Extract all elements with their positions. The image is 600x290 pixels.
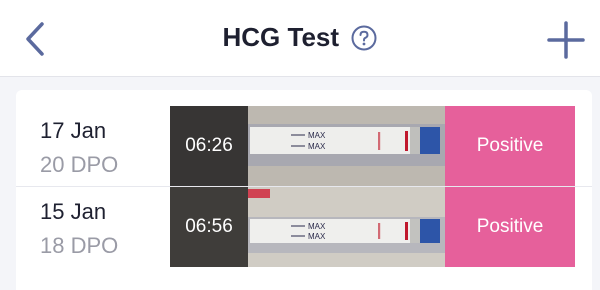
test-time: 06:26 — [170, 106, 248, 186]
test-dpo: 18 DPO — [40, 233, 119, 258]
strip-mark: MAX — [308, 131, 326, 140]
test-time: 06:56 — [170, 187, 248, 267]
page-title: HCG Test — [222, 22, 340, 52]
result-badge: Positive — [445, 106, 575, 186]
strip-mark: MAX — [308, 232, 326, 241]
test-row[interactable]: 17 Jan 20 DPO MAX MAX 06:26 Positive — [16, 106, 592, 186]
result-badge: Positive — [445, 187, 575, 267]
test-date: 15 Jan — [40, 199, 107, 224]
strip-mark: MAX — [308, 222, 326, 231]
test-photo[interactable]: MAX MAX 06:56 — [170, 187, 445, 267]
test-dpo: 20 DPO — [40, 152, 119, 177]
test-photo[interactable]: MAX MAX 06:26 — [170, 106, 445, 186]
test-list: 17 Jan 20 DPO MAX MAX 06:26 Positive 15 … — [16, 90, 592, 290]
title-bar: HCG Test — [0, 22, 600, 53]
question-circle-icon[interactable] — [351, 25, 377, 51]
strip-mark: MAX — [308, 142, 326, 151]
app-header: HCG Test — [0, 0, 600, 77]
add-button[interactable] — [546, 20, 586, 60]
test-date: 17 Jan — [40, 118, 107, 143]
test-row[interactable]: 15 Jan 18 DPO MAX MAX 06:56 Positive — [16, 187, 592, 267]
